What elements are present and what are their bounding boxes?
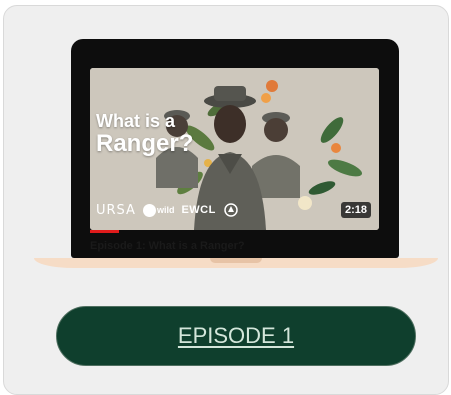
laptop-notch: [210, 258, 262, 263]
video-headline: What is a Ranger?: [96, 112, 193, 156]
rewild-logo-mark: [142, 203, 156, 217]
watch-progress-bar: [90, 230, 119, 233]
video-title[interactable]: Episode 1: What is a Ranger?: [90, 240, 390, 254]
rewild-logo: wild: [142, 203, 175, 217]
video-thumbnail[interactable]: What is a Ranger? URSA wild EWCL 2:18: [90, 68, 379, 230]
partner-logos: URSA wild EWCL: [96, 202, 239, 218]
video-duration-badge: 2:18: [340, 202, 371, 218]
ewcl-logo: EWCL: [181, 204, 216, 216]
headline-line-1: What is a: [96, 111, 176, 131]
headline-line-2: Ranger?: [96, 129, 194, 157]
ursa-logo: URSA: [96, 202, 136, 218]
emblem-icon: [224, 203, 238, 217]
episode-card: What is a Ranger? URSA wild EWCL 2:18 Ep…: [3, 5, 449, 395]
laptop-mockup: What is a Ranger? URSA wild EWCL 2:18 Ep…: [71, 39, 399, 258]
episode-1-button[interactable]: EPISODE 1: [56, 306, 416, 366]
rewild-logo-text: wild: [156, 205, 175, 215]
